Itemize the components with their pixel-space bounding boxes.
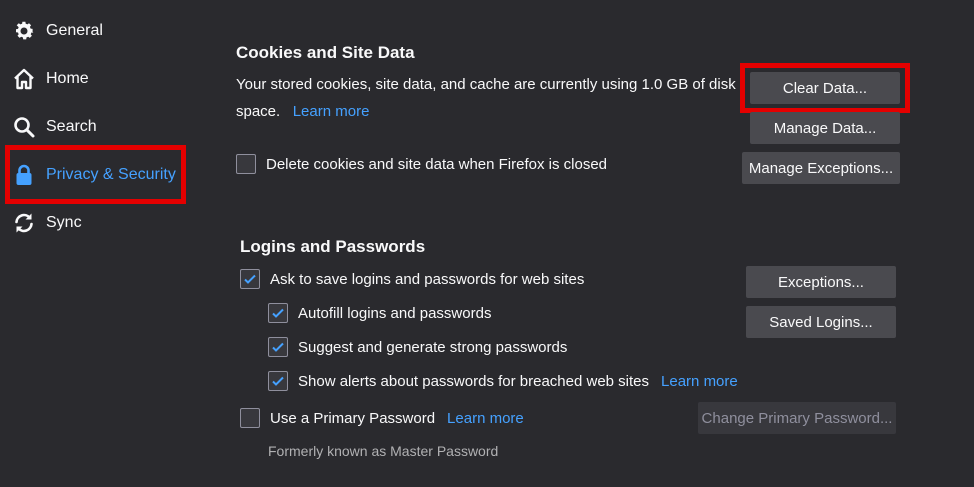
- manage-exceptions-button[interactable]: Manage Exceptions...: [742, 152, 900, 184]
- suggest-passwords-checkbox[interactable]: [268, 337, 288, 357]
- cookies-description: Your stored cookies, site data, and cach…: [236, 71, 736, 125]
- suggest-passwords-row: Suggest and generate strong passwords: [268, 336, 567, 358]
- gear-icon: [15, 21, 34, 40]
- autofill-row: Autofill logins and passwords: [268, 302, 491, 324]
- sidebar-item-label: General: [46, 22, 103, 39]
- sidebar-item-label: Search: [46, 118, 97, 135]
- sidebar-item-label: Sync: [46, 214, 82, 231]
- sidebar-item-sync[interactable]: Sync: [12, 208, 82, 238]
- home-icon: [14, 68, 34, 90]
- cookies-description-line2: space.: [236, 103, 281, 120]
- sidebar-item-search[interactable]: Search: [12, 112, 97, 142]
- clear-data-button[interactable]: Clear Data...: [750, 72, 900, 104]
- breach-alerts-label: Show alerts about passwords for breached…: [298, 372, 650, 390]
- search-icon: [14, 117, 35, 138]
- cookies-description-line1: Your stored cookies, site data, and cach…: [236, 76, 736, 93]
- sidebar-item-general[interactable]: General: [12, 16, 103, 46]
- lock-icon: [16, 164, 32, 185]
- checkmark-icon: [244, 274, 256, 284]
- breach-alerts-learn-more-link[interactable]: Learn more: [661, 373, 738, 390]
- logins-section-title: Logins and Passwords: [240, 237, 426, 256]
- breach-alerts-checkbox[interactable]: [268, 371, 288, 391]
- ask-save-logins-row: Ask to save logins and passwords for web…: [240, 268, 584, 290]
- cookies-learn-more-link[interactable]: Learn more: [293, 103, 370, 120]
- primary-password-checkbox[interactable]: [240, 408, 260, 428]
- delete-cookies-checkbox[interactable]: [236, 154, 256, 174]
- primary-password-row: Use a Primary Password Learn more: [240, 407, 524, 429]
- checkmark-icon: [272, 342, 284, 352]
- delete-cookies-row: Delete cookies and site data when Firefo…: [236, 153, 607, 175]
- autofill-checkbox[interactable]: [268, 303, 288, 323]
- sidebar: General Home Search Privacy & Security S…: [0, 0, 200, 487]
- ask-save-logins-label: Ask to save logins and passwords for web…: [270, 270, 585, 288]
- cookies-section-title: Cookies and Site Data: [236, 43, 415, 62]
- primary-password-label: Use a Primary Password: [270, 409, 436, 427]
- sidebar-item-home[interactable]: Home: [12, 64, 89, 94]
- change-primary-password-button[interactable]: Change Primary Password...: [698, 402, 896, 434]
- ask-save-logins-checkbox[interactable]: [240, 269, 260, 289]
- primary-password-learn-more-link[interactable]: Learn more: [447, 410, 524, 427]
- manage-data-button[interactable]: Manage Data...: [750, 112, 900, 144]
- autofill-label: Autofill logins and passwords: [298, 304, 492, 322]
- checkmark-icon: [272, 376, 284, 386]
- formerly-master-password-note: Formerly known as Master Password: [268, 443, 499, 459]
- sync-icon: [15, 213, 33, 233]
- sidebar-item-label: Home: [46, 70, 89, 87]
- suggest-passwords-label: Suggest and generate strong passwords: [298, 338, 568, 356]
- sidebar-item-privacy-security[interactable]: Privacy & Security: [12, 160, 176, 190]
- login-exceptions-button[interactable]: Exceptions...: [746, 266, 896, 298]
- sidebar-item-label: Privacy & Security: [46, 166, 176, 183]
- saved-logins-button[interactable]: Saved Logins...: [746, 306, 896, 338]
- delete-cookies-label: Delete cookies and site data when Firefo…: [266, 155, 608, 173]
- breach-alerts-row: Show alerts about passwords for breached…: [268, 370, 738, 392]
- checkmark-icon: [272, 308, 284, 318]
